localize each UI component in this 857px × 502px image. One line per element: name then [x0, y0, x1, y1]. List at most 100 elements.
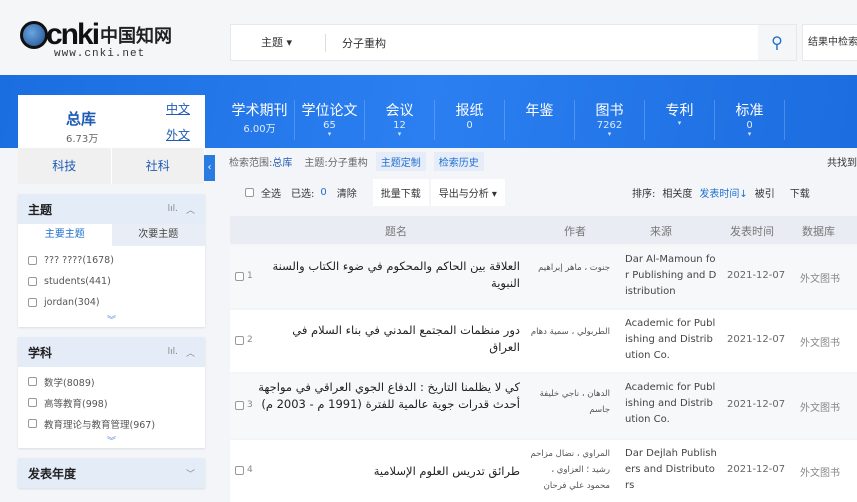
filter-item[interactable]: jordan(304) [18, 292, 205, 313]
chevron-up-icon[interactable]: ︿ [186, 203, 195, 216]
filter-item[interactable]: 教育理论与教育管理(967) [18, 413, 205, 434]
sort-date[interactable]: 发表时间↓ [699, 185, 747, 200]
search-icon[interactable]: ⚲ [758, 25, 796, 60]
search-in-results-button[interactable]: 结果中检索 [802, 24, 857, 61]
table-row[interactable]: 3 كي لا يظلمنا التاريخ : الدفاع الجوي ال… [230, 374, 857, 438]
subtab-science[interactable]: 科技 [18, 148, 112, 184]
subtab-social[interactable]: 社科 [112, 148, 205, 184]
row-title-link[interactable]: العلاقة بين الحاكم والمحكوم في ضوء الكتا… [258, 258, 520, 292]
col-source: 来源 [650, 225, 672, 238]
panel-title: 学科 [28, 345, 53, 360]
row-source[interactable]: Dar Al-Mamoun for Publishing and Distrib… [625, 252, 717, 300]
db-tab-yearbook[interactable]: 年鉴 [505, 100, 575, 140]
chinese-link[interactable]: 中文 [166, 100, 190, 117]
collapse-sidebar-button[interactable]: ‹ [204, 155, 215, 181]
sort-options: 排序: 相关度 发表时间↓ 被引 下载 [632, 185, 810, 200]
row-title-link[interactable]: طرائق تدريس العلوم الإسلامية [258, 463, 520, 480]
selected-label: 已选: [291, 188, 315, 200]
panel-title: 主题 [28, 202, 53, 217]
select-all-checkbox[interactable] [245, 187, 254, 197]
zongku-tab[interactable]: 总库 6.73万 中文 外文 [18, 95, 205, 148]
globe-icon [20, 21, 48, 49]
subject-panel: 学科 lıl. ︿ 数学(8089) 高等教育(998) 教育理论与教育管理(967… [18, 337, 205, 448]
expand-more-icon[interactable]: ︾ [18, 313, 205, 327]
row-source[interactable]: Academic for Publishing and Distribution… [625, 380, 717, 428]
sort-cite[interactable]: 被引 [755, 185, 775, 200]
checkbox[interactable] [28, 277, 37, 286]
row-source[interactable]: Academic for Publishing and Distribution… [625, 316, 717, 364]
select-all-label: 全选 [261, 188, 281, 200]
search-field-select[interactable]: 主题 ▾ [231, 33, 326, 52]
row-date: 2021-12-07 [727, 334, 786, 345]
sidebar: 科技 社科 主题 lıl. ︿ 主要主题 次要主题 ??? ????(1678) st… [18, 148, 205, 488]
row-source[interactable]: Dar Dejlah Publishers and Distributors [625, 446, 717, 494]
db-tab-books[interactable]: 图书 7262 ▾ [575, 100, 645, 140]
chevron-up-icon[interactable]: ︿ [186, 346, 195, 359]
table-row[interactable]: 2 دور منظمات المجتمع المدني في بناء السل… [230, 310, 857, 372]
batch-download-button[interactable]: 批量下载 [372, 178, 429, 206]
row-author[interactable]: جنوت ، ماهر إبراهيم [530, 260, 610, 276]
filter-item[interactable]: 高等教育(998) [18, 392, 205, 413]
row-date: 2021-12-07 [727, 464, 786, 475]
expand-more-icon[interactable]: ︾ [18, 434, 205, 448]
row-checkbox[interactable] [235, 401, 244, 410]
filter-item[interactable]: students(441) [18, 271, 205, 292]
row-checkbox[interactable] [235, 336, 244, 345]
db-tab-thesis[interactable]: 学位论文 65 ▾ [295, 100, 365, 140]
row-author[interactable]: المراوي ، نضال مزاحم رشيد ؛ العزاوي ، مح… [530, 446, 610, 494]
header: cnki 中国知网 www.cnki.net 主题 ▾ ⚲ 结果中检索 [0, 0, 857, 75]
zongku-label: 总库 [66, 110, 97, 128]
clear-button[interactable]: 清除 [337, 185, 357, 200]
checkbox[interactable] [28, 419, 37, 428]
col-date: 发表时间 [730, 225, 774, 238]
row-date: 2021-12-07 [727, 270, 786, 281]
row-title-link[interactable]: دور منظمات المجتمع المدني في بناء السلام… [258, 322, 520, 356]
cnki-logo[interactable]: cnki 中国知网 www.cnki.net [20, 18, 172, 60]
table-row[interactable]: 4 طرائق تدريس العلوم الإسلامية المراوي ،… [230, 440, 857, 502]
row-number: 2 [247, 335, 253, 345]
sort-relevance[interactable]: 相关度 [662, 185, 692, 200]
toolbar: 全选 已选: 0 清除 批量下载 导出与分析 ▾ 排序: 相关度 发表时间↓ 被引 … [225, 175, 857, 209]
row-database: 外文图书 [800, 468, 840, 479]
checkbox[interactable] [28, 298, 37, 307]
year-panel[interactable]: 发表年度 ﹀ [18, 458, 205, 488]
row-title-link[interactable]: كي لا يظلمنا التاريخ : الدفاع الجوي العر… [258, 379, 520, 413]
tab-sub-topic[interactable]: 次要主题 [111, 224, 205, 246]
db-tab-conference[interactable]: 会议 12 ▾ [365, 100, 435, 140]
field-label: 主题 [261, 35, 283, 49]
row-checkbox[interactable] [235, 272, 244, 281]
table-row[interactable]: 1 العلاقة بين الحاكم والمحكوم في ضوء الك… [230, 246, 857, 308]
db-tab-standard[interactable]: 标准 0 ▾ [715, 100, 785, 140]
export-analysis-dropdown[interactable]: 导出与分析 ▾ [430, 178, 505, 206]
db-tab-newspaper[interactable]: 报纸 0 [435, 100, 505, 140]
filter-item[interactable]: ??? ????(1678) [18, 250, 205, 271]
chevron-down-icon[interactable]: ﹀ [186, 467, 195, 480]
row-database: 外文图书 [800, 274, 840, 285]
checkbox[interactable] [28, 398, 37, 407]
checkbox[interactable] [28, 256, 37, 265]
row-date: 2021-12-07 [727, 399, 786, 410]
search-input[interactable] [326, 36, 758, 49]
row-author[interactable]: الطربولي ، سمية دهام [530, 324, 610, 340]
database-tabs: 学术期刊 6.00万 学位论文 65 ▾ 会议 12 ▾ 报纸 0 年鉴 图书 7262 ▾ 专… [225, 100, 785, 140]
zongku-count: 6.73万 [66, 134, 99, 145]
row-author[interactable]: الدهان ، ناجي خليفة جاسم [530, 386, 610, 418]
topic-value: 分子重构 [327, 158, 368, 169]
db-tab-patent[interactable]: 专利 ▾ [645, 100, 715, 140]
logo-text: cnki [46, 18, 100, 51]
chart-icon[interactable]: lıl. [168, 204, 178, 214]
foreign-link[interactable]: 外文 [166, 126, 190, 143]
chart-icon[interactable]: lıl. [168, 347, 178, 357]
topic-custom-button[interactable]: 主题定制 [375, 152, 426, 171]
row-database: 外文图书 [800, 338, 840, 349]
row-checkbox[interactable] [235, 466, 244, 475]
search-bar: 主题 ▾ ⚲ [230, 24, 797, 61]
col-title: 题名 [385, 225, 407, 238]
db-tab-journal[interactable]: 学术期刊 6.00万 [225, 100, 295, 140]
search-history-button[interactable]: 检索历史 [433, 152, 484, 171]
selected-count: 0 [320, 186, 327, 198]
filter-item[interactable]: 数学(8089) [18, 371, 205, 392]
sort-download[interactable]: 下载 [790, 185, 810, 200]
checkbox[interactable] [28, 377, 37, 386]
tab-main-topic[interactable]: 主要主题 [18, 224, 112, 246]
